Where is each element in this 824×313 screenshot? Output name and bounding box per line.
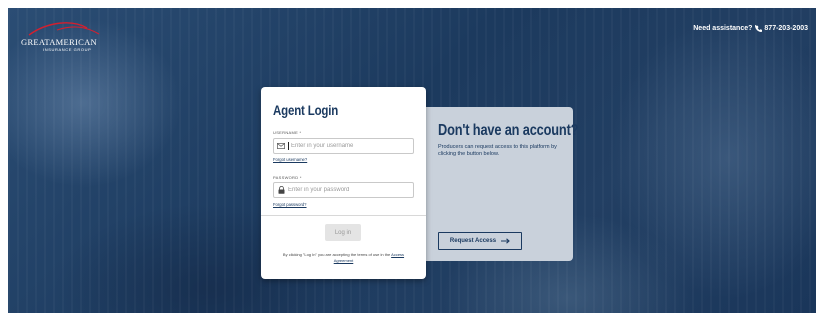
forgot-username-link[interactable]: Forgot username? xyxy=(273,157,307,162)
great-american-logo[interactable]: GREATAMERICAN INSURANCE GROUP xyxy=(21,20,111,56)
username-field[interactable] xyxy=(273,138,414,154)
phone-link[interactable]: 877-203-2003 xyxy=(755,25,808,32)
assistance-info: Need assistance? 877-203-2003 xyxy=(693,25,808,32)
request-access-label: Request Access xyxy=(449,238,497,244)
password-input[interactable] xyxy=(288,187,408,193)
username-input[interactable] xyxy=(291,143,411,149)
signup-text: Producers can request access to this pla… xyxy=(438,144,557,157)
assistance-label: Need assistance? xyxy=(693,25,753,32)
signup-title: Don't have an account? xyxy=(438,122,579,139)
forgot-password-link[interactable]: Forgot password? xyxy=(273,202,307,207)
username-label: USERNAME * xyxy=(273,130,302,135)
password-label: PASSWORD * xyxy=(273,175,302,180)
logo-brand-text: GREATAMERICAN xyxy=(21,37,97,47)
login-title: Agent Login xyxy=(273,102,339,118)
password-field[interactable] xyxy=(273,182,414,198)
page: GREATAMERICAN INSURANCE GROUP Need assis… xyxy=(0,0,824,313)
request-access-button[interactable]: Request Access xyxy=(438,232,522,250)
envelope-icon xyxy=(274,143,288,149)
logo-sub-text: INSURANCE GROUP xyxy=(43,47,92,52)
terms-text: By clicking "Log In" you are accepting t… xyxy=(279,252,408,263)
phone-icon xyxy=(755,25,763,32)
logo-swoosh-icon xyxy=(28,22,100,36)
lock-icon xyxy=(274,186,288,194)
phone-number: 877-203-2003 xyxy=(764,25,808,32)
arrow-right-icon xyxy=(501,238,510,244)
login-card: Agent Login USERNAME * Forgot username? … xyxy=(261,87,426,279)
terms-prefix: By clicking "Log In" you are accepting t… xyxy=(282,252,391,257)
signup-panel: Don't have an account? Producers can req… xyxy=(426,107,579,261)
login-button[interactable]: Log in xyxy=(325,224,361,241)
text-cursor xyxy=(288,142,289,150)
divider xyxy=(261,215,426,216)
